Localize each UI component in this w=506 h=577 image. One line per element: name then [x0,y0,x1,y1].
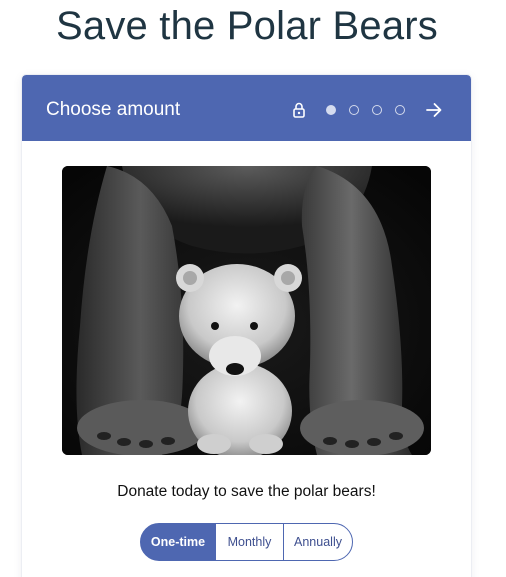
one-time-button[interactable]: One-time [140,523,216,561]
arrow-right-icon[interactable] [425,101,443,119]
step-indicator-1 [326,105,336,115]
donation-page: Save the Polar Bears Choose amount Donat… [0,0,506,577]
step-indicator-3 [372,105,382,115]
page-title: Save the Polar Bears [56,4,438,48]
step-indicator-2 [349,105,359,115]
step-title: Choose amount [46,99,181,120]
step-indicator-4 [395,105,405,115]
donation-card: Choose amount Donate today to save the p… [22,75,471,577]
polar-bear-photo [62,166,431,455]
lock-icon [292,102,306,118]
monthly-button[interactable]: Monthly [215,523,284,561]
donate-text: Donate today to save the polar bears! [117,483,376,500]
annually-button[interactable]: Annually [283,523,353,561]
wizard-header: Choose amount [22,75,471,141]
frequency-selector: One-time Monthly Annually [140,523,353,561]
